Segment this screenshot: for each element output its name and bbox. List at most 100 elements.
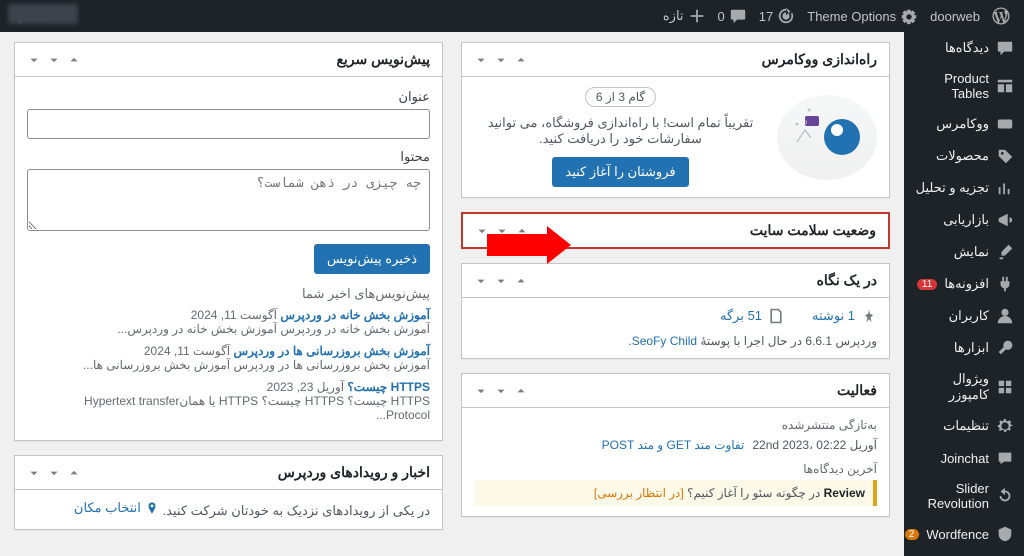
site-health-panel: وضعیت سلامت سایت xyxy=(461,212,890,249)
sidebar-label: نمایش xyxy=(954,244,989,260)
draft-date: آگوست 11, 2024 xyxy=(144,344,230,358)
panel-toggle-icon[interactable] xyxy=(474,53,488,67)
location-icon xyxy=(145,501,159,515)
sidebar-label: Joinchat xyxy=(941,451,989,466)
pages-count-link[interactable]: 51 برگه xyxy=(720,308,784,324)
sidebar-item-1[interactable]: Product Tables xyxy=(904,64,1024,108)
panel-toggle-icon[interactable] xyxy=(27,466,41,480)
site-name-link[interactable]: doorweb xyxy=(924,9,986,24)
vc-icon xyxy=(996,378,1014,396)
woo-step-badge: گام 3 از 6 xyxy=(585,87,656,107)
woo-panel-title: راه‌اندازی ووکامرس xyxy=(528,51,877,68)
sidebar-item-12[interactable]: Joinchat xyxy=(904,442,1024,474)
sidebar-item-5[interactable]: بازاریابی xyxy=(904,204,1024,236)
woo-description: تقریباً تمام است! با راه‌اندازی فروشگاه،… xyxy=(474,115,767,147)
shield-icon xyxy=(996,525,1014,543)
at-a-glance-panel: در یک نگاه 1 نوشته 51 برگه وردپرس 6.6.1 … xyxy=(461,263,890,359)
table-icon xyxy=(996,77,1014,95)
draft-link[interactable]: آموزش بخش بروزرسانی ها در وردپرس xyxy=(233,344,430,358)
wp-version-text: وردپرس 6.6.1 در حال اجرا با پوستهٔ xyxy=(697,334,877,348)
sidebar-label: ابزارها xyxy=(954,340,989,356)
sidebar-item-13[interactable]: Slider Revolution xyxy=(904,474,1024,518)
gear-icon xyxy=(900,7,918,25)
sidebar-badge: 11 xyxy=(917,279,937,290)
quick-draft-title: پیش‌نویس سریع xyxy=(81,51,430,68)
draft-title-input[interactable] xyxy=(27,109,430,139)
plus-icon xyxy=(688,7,706,25)
panel-up-icon[interactable] xyxy=(67,53,81,67)
recently-published-label: به‌تازگی منتشرشده xyxy=(474,418,877,432)
new-content-link[interactable]: تازه xyxy=(657,7,712,25)
activity-panel: فعالیت به‌تازگی منتشرشده آوریل 22nd 2023… xyxy=(461,373,890,517)
sidebar-label: Wordfence xyxy=(926,527,989,542)
sidebar-item-9[interactable]: ابزارها xyxy=(904,332,1024,364)
tag-icon xyxy=(996,147,1014,165)
updates-link[interactable]: 17 xyxy=(753,7,801,25)
sidebar-label: بازاریابی xyxy=(943,212,989,228)
sidebar-item-6[interactable]: نمایش xyxy=(904,236,1024,268)
panel-down-icon[interactable] xyxy=(47,466,61,480)
events-text: در یکی از رویدادهای نزدیک به خودتان شرکت… xyxy=(163,503,430,518)
sidebar-label: محصولات xyxy=(936,148,989,164)
wp-logo-link[interactable] xyxy=(986,7,1016,25)
panel-up-icon[interactable] xyxy=(514,274,528,288)
save-draft-button[interactable]: ذخیره پیش‌نویس xyxy=(314,244,430,274)
panel-up-icon[interactable] xyxy=(515,224,529,238)
draft-link[interactable]: آموزش بخش خانه در وردپرس xyxy=(280,308,430,322)
sidebar-item-2[interactable]: ووکامرس xyxy=(904,108,1024,140)
panel-toggle-icon[interactable] xyxy=(474,384,488,398)
wordpress-icon xyxy=(992,7,1010,25)
panel-up-icon[interactable] xyxy=(67,466,81,480)
comments-link[interactable]: 0 xyxy=(712,7,753,25)
pending-comments-label: آخرین دیدگاه‌ها xyxy=(474,462,877,476)
sidebar-label: Slider Revolution xyxy=(914,481,989,511)
panel-down-icon[interactable] xyxy=(494,53,508,67)
sidebar-item-8[interactable]: کاربران xyxy=(904,300,1024,332)
megaphone-icon xyxy=(996,211,1014,229)
sidebar-item-14[interactable]: Wordfence2 xyxy=(904,518,1024,550)
sidebar-item-3[interactable]: محصولات xyxy=(904,140,1024,172)
comment-icon xyxy=(729,7,747,25)
draft-link[interactable]: HTTPS چیست؟ xyxy=(347,380,430,394)
panel-up-icon[interactable] xyxy=(514,384,528,398)
theme-options-link[interactable]: Theme Options xyxy=(801,7,924,25)
panel-toggle-icon[interactable] xyxy=(27,53,41,67)
sidebar-item-11[interactable]: تنظیمات xyxy=(904,410,1024,442)
select-location-link[interactable]: انتخاب مکان xyxy=(74,500,159,516)
sidebar-item-7[interactable]: افزونه‌ها11 xyxy=(904,268,1024,300)
panel-up-icon[interactable] xyxy=(514,53,528,67)
panel-down-icon[interactable] xyxy=(495,224,509,238)
blurred-region xyxy=(8,4,78,24)
sidebar-label: ویژوال کامپوزر xyxy=(914,371,989,403)
chart-icon xyxy=(996,179,1014,197)
pin-icon xyxy=(861,308,877,324)
update-icon xyxy=(777,7,795,25)
posts-count-link[interactable]: 1 نوشته xyxy=(812,308,877,324)
panel-toggle-icon[interactable] xyxy=(475,224,489,238)
recent-drafts-header: پیش‌نویس‌های اخیر شما xyxy=(27,286,430,302)
theme-link[interactable]: SeoFy Child xyxy=(632,334,697,348)
sidebar-item-0[interactable]: دیدگاه‌ها xyxy=(904,32,1024,64)
panel-down-icon[interactable] xyxy=(494,384,508,398)
sidebar-item-10[interactable]: ویژوال کامپوزر xyxy=(904,364,1024,410)
admin-bar: doorweb Theme Options 17 0 تازه سلام، xyxy=(0,0,1024,32)
draft-content-textarea[interactable] xyxy=(27,169,430,231)
panel-down-icon[interactable] xyxy=(494,274,508,288)
activity-post-link[interactable]: تفاوت متد GET و متد POST xyxy=(602,438,745,452)
draft-date: آگوست 11, 2024 xyxy=(191,308,277,322)
panel-toggle-icon[interactable] xyxy=(474,274,488,288)
woo-illustration: woo xyxy=(777,95,877,180)
draft-item: آموزش بخش خانه در وردپرس آگوست 11, 2024آ… xyxy=(27,308,430,336)
user-icon xyxy=(996,307,1014,325)
sidebar-item-15[interactable]: Duplicator xyxy=(904,550,1024,556)
draft-excerpt: HTTPS چیست؟ HTTPS چیست؟ HTTPS یا همانHyp… xyxy=(84,394,430,422)
sidebar-item-4[interactable]: تجزیه و تحلیل xyxy=(904,172,1024,204)
woocommerce-setup-panel: راه‌اندازی ووکامرس woo گام 3 از 6 xyxy=(461,42,890,198)
panel-down-icon[interactable] xyxy=(47,53,61,67)
tool-icon xyxy=(996,339,1014,357)
woo-start-button[interactable]: فروشتان را آغاز کنید xyxy=(552,157,688,187)
sidebar-label: Product Tables xyxy=(914,71,989,101)
draft-title-label: عنوان xyxy=(27,89,430,105)
sidebar-label: کاربران xyxy=(949,308,989,324)
activity-title: فعالیت xyxy=(528,382,877,399)
